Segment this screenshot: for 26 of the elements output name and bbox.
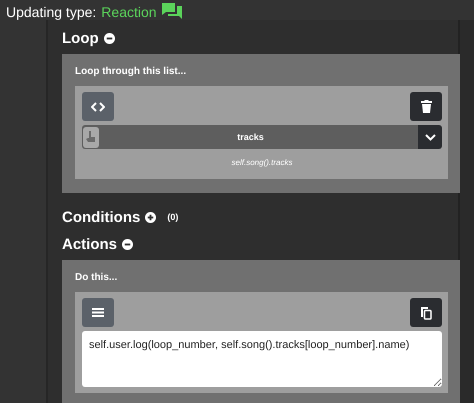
- code-icon: [91, 102, 105, 112]
- list-icon: [92, 308, 104, 317]
- trash-icon: [420, 100, 432, 113]
- copy-button[interactable]: [410, 298, 442, 327]
- dropdown-button[interactable]: [418, 125, 442, 149]
- list-select[interactable]: tracks: [82, 125, 418, 149]
- delete-button[interactable]: [410, 92, 442, 121]
- card-title: Do this...: [75, 272, 118, 283]
- chat-icon: [162, 3, 182, 20]
- list-button[interactable]: [82, 298, 114, 327]
- collapse-icon[interactable]: [122, 238, 134, 250]
- section-title: Conditions: [62, 208, 140, 226]
- copy-icon: [420, 306, 432, 320]
- condition-count: (0): [167, 212, 178, 222]
- code-button[interactable]: [82, 92, 114, 121]
- list-path: self.song().tracks: [230, 158, 294, 167]
- hand-icon: [83, 126, 99, 148]
- type-name: Reaction: [101, 4, 157, 20]
- expand-icon[interactable]: [145, 212, 156, 222]
- header-label: Updating type:: [6, 4, 96, 20]
- section-title: Loop: [62, 30, 99, 46]
- code-field[interactable]: self.user.log(loop_number, self.song().tracks[loop_number].name): [82, 331, 442, 387]
- card-title: Loop through this list...: [75, 66, 188, 77]
- section-title: Actions: [62, 236, 118, 252]
- collapse-icon[interactable]: [104, 32, 115, 44]
- chevron-down-icon: [424, 134, 436, 140]
